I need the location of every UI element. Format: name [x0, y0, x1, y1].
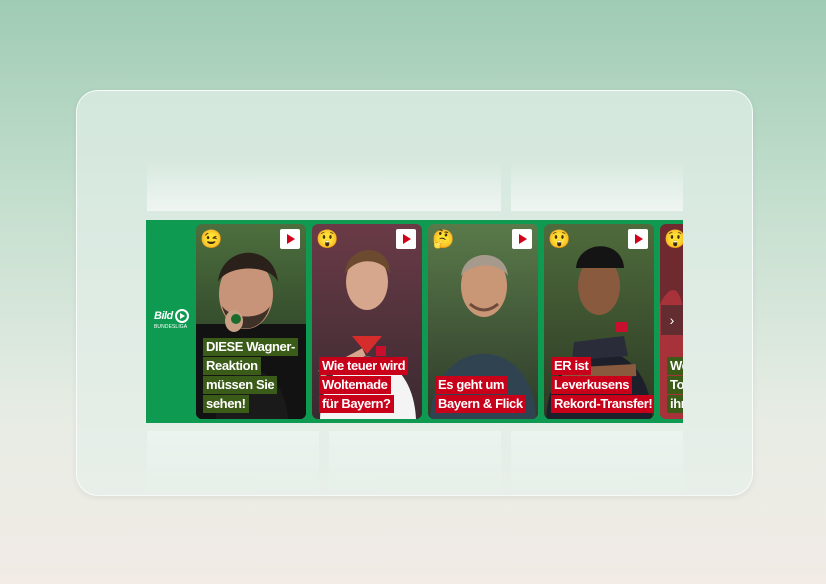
thinking-emoji-icon: 🤔 [432, 229, 455, 249]
play-circle-icon [174, 309, 189, 323]
play-icon[interactable] [512, 229, 532, 249]
placeholder-block [329, 431, 501, 495]
play-icon[interactable] [280, 229, 300, 249]
placeholder-block [147, 161, 501, 211]
content-card: Bild BUNDESLIGA � [76, 90, 753, 496]
video-tile[interactable]: 😲 Wie teuer wird Woltemade für Bayern? [312, 224, 422, 419]
caption-line: ihr [667, 395, 683, 413]
video-tile[interactable]: 🤔 Es geht um Bayern & Flick [428, 224, 538, 419]
bild-bundesliga-logo[interactable]: Bild BUNDESLIGA [154, 309, 190, 333]
caption-line: Es geht um [435, 376, 508, 394]
logo-word: Bild [154, 309, 173, 322]
caption-line: Tor [667, 376, 683, 394]
caption-line: Reaktion [203, 357, 261, 375]
caption-line: We [667, 357, 683, 375]
caption-line: DIESE Wagner- [203, 338, 298, 356]
caption-line: Leverkusens [551, 376, 633, 394]
video-tile[interactable]: 😲 ER ist Leverkusens Rekord-Transfer! [544, 224, 654, 419]
caption-line: sehen! [203, 395, 249, 413]
caption-line: Rekord-Transfer! [551, 395, 654, 413]
play-icon[interactable] [628, 229, 648, 249]
tile-caption: We Tor ihr [667, 356, 683, 413]
astonished-emoji-icon: 😲 [316, 229, 339, 249]
placeholder-block [511, 431, 683, 495]
tile-caption: DIESE Wagner- Reaktion müssen Sie sehen! [203, 337, 306, 413]
caption-line: Wie teuer wird [319, 357, 409, 375]
astonished-emoji-icon: 😲 [664, 229, 683, 249]
tile-caption: ER ist Leverkusens Rekord-Transfer! [551, 356, 654, 413]
astonished-emoji-icon: 😲 [548, 229, 571, 249]
placeholder-block [147, 431, 319, 495]
tile-caption: Wie teuer wird Woltemade für Bayern? [319, 356, 422, 413]
caption-line: ER ist [551, 357, 592, 375]
video-carousel: Bild BUNDESLIGA � [146, 220, 683, 423]
caption-line: für Bayern? [319, 395, 394, 413]
video-tile[interactable]: 😉 DIESE Wagner- Reaktion müssen Sie sehe… [196, 224, 306, 419]
caption-line: Bayern & Flick [435, 395, 526, 413]
logo-subtitle: BUNDESLIGA [154, 324, 188, 330]
wink-emoji-icon: 😉 [200, 229, 223, 249]
play-icon[interactable] [396, 229, 416, 249]
tile-caption: Es geht um Bayern & Flick [435, 375, 538, 413]
placeholder-block [511, 161, 683, 211]
caption-line: Woltemade [319, 376, 391, 394]
chevron-right-icon[interactable]: › [661, 305, 683, 335]
caption-line: müssen Sie [203, 376, 278, 394]
